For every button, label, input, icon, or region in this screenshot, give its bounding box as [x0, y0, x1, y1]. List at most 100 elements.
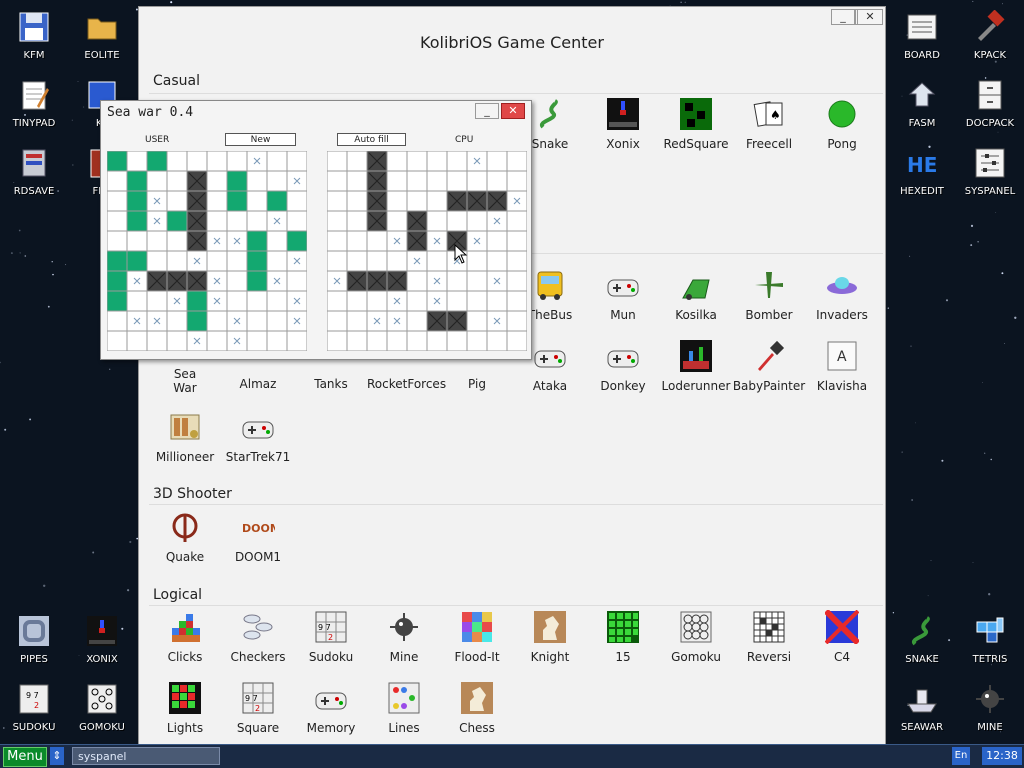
board-cell[interactable] — [386, 151, 408, 172]
game-15[interactable]: 15 — [586, 610, 660, 664]
board-cell[interactable] — [226, 190, 248, 212]
board-cell[interactable] — [266, 310, 288, 332]
game-klavisha[interactable]: A Klavisha — [805, 339, 879, 393]
game-freecell[interactable]: ♠ Freecell — [732, 97, 806, 151]
board-cell[interactable] — [107, 330, 128, 351]
game-redsquare[interactable]: RedSquare — [659, 97, 733, 151]
board-cell[interactable] — [266, 190, 288, 212]
board-cell[interactable] — [426, 190, 448, 212]
board-cell[interactable] — [446, 210, 468, 232]
board-cell[interactable] — [107, 210, 128, 232]
board-cell[interactable] — [286, 230, 307, 252]
game-c4[interactable]: C4 — [805, 610, 879, 664]
board-cell[interactable] — [206, 190, 228, 212]
board-cell[interactable] — [126, 250, 148, 272]
board-cell[interactable] — [166, 170, 188, 192]
board-cell[interactable] — [166, 330, 188, 351]
board-cell[interactable] — [286, 330, 307, 351]
game-sea-war[interactable]: Sea War — [148, 367, 222, 395]
board-cell[interactable] — [206, 151, 228, 172]
game-knight[interactable]: Knight — [513, 610, 587, 664]
game-lights[interactable]: Lights — [148, 681, 222, 735]
board-cell[interactable] — [266, 151, 288, 172]
board-cell[interactable] — [186, 290, 208, 312]
board-cell[interactable] — [466, 250, 488, 272]
board-cell[interactable] — [166, 310, 188, 332]
board-cell[interactable] — [446, 151, 468, 172]
board-cell[interactable] — [266, 290, 288, 312]
board-cell[interactable] — [126, 290, 148, 312]
board-cell[interactable] — [226, 210, 248, 232]
game-reversi[interactable]: Reversi — [732, 610, 806, 664]
board-cell[interactable] — [466, 210, 488, 232]
board-cell[interactable] — [426, 330, 448, 351]
desktop-icon-sudoku[interactable]: 9 72 SUDOKU — [2, 682, 66, 733]
board-cell[interactable] — [246, 270, 268, 292]
board-cell[interactable] — [107, 290, 128, 312]
board-cell[interactable] — [406, 151, 428, 172]
board-cell[interactable] — [406, 330, 428, 351]
game-babypainter[interactable]: BabyPainter — [732, 339, 806, 393]
board-cell[interactable] — [327, 170, 348, 192]
board-cell[interactable] — [406, 270, 428, 292]
clock[interactable]: 12:38 — [982, 747, 1022, 765]
board-cell[interactable] — [266, 170, 288, 192]
taskbar-item-syspanel[interactable]: syspanel — [72, 747, 220, 765]
board-cell[interactable] — [206, 170, 228, 192]
board-cell[interactable] — [506, 270, 527, 292]
board-cell[interactable] — [266, 250, 288, 272]
board-cell[interactable] — [166, 230, 188, 252]
desktop-icon-kfm[interactable]: KFM — [2, 10, 66, 61]
board-cell[interactable] — [206, 210, 228, 232]
game-lines[interactable]: Lines — [367, 681, 441, 735]
game-bomber[interactable]: Bomber — [732, 268, 806, 322]
board-cell[interactable] — [366, 290, 388, 312]
close-button[interactable]: ✕ — [501, 103, 525, 119]
board-cell[interactable] — [466, 290, 488, 312]
auto-fill-button[interactable]: Auto fill — [337, 133, 406, 146]
board-cell[interactable] — [266, 330, 288, 351]
game-pong[interactable]: Pong — [805, 97, 879, 151]
board-cell[interactable] — [426, 250, 448, 272]
board-cell[interactable] — [406, 310, 428, 332]
board-cell[interactable] — [346, 170, 368, 192]
board-cell[interactable] — [126, 190, 148, 212]
board-cell[interactable] — [486, 230, 508, 252]
game-quake[interactable]: Quake — [148, 510, 222, 564]
board-cell[interactable] — [286, 190, 307, 212]
board-cell[interactable] — [446, 270, 468, 292]
menu-button[interactable]: Menu — [3, 747, 47, 767]
game-doom1[interactable]: DOOM DOOM1 — [221, 510, 295, 564]
board-cell[interactable] — [286, 151, 307, 172]
board-cell[interactable] — [246, 230, 268, 252]
board-cell[interactable] — [327, 210, 348, 232]
board-cell[interactable] — [186, 310, 208, 332]
desktop-icon-pipes[interactable]: PIPES — [2, 614, 66, 665]
board-cell[interactable] — [386, 250, 408, 272]
board-cell[interactable] — [327, 230, 348, 252]
board-cell[interactable] — [107, 170, 128, 192]
board-cell[interactable] — [126, 330, 148, 351]
board-cell[interactable] — [366, 250, 388, 272]
board-cell[interactable] — [506, 290, 527, 312]
board-cell[interactable] — [366, 230, 388, 252]
board-cell[interactable] — [406, 190, 428, 212]
board-cell[interactable] — [166, 250, 188, 272]
board-cell[interactable] — [506, 330, 527, 351]
board-cell[interactable] — [107, 270, 128, 292]
board-cell[interactable] — [226, 170, 248, 192]
close-button[interactable]: ✕ — [857, 9, 883, 25]
desktop-icon-docpack[interactable]: DOCPACK — [958, 78, 1022, 129]
board-cell[interactable] — [506, 250, 527, 272]
game-donkey[interactable]: Donkey — [586, 339, 660, 393]
game-startrek71[interactable]: StarTrek71 — [221, 410, 295, 464]
board-cell[interactable] — [346, 230, 368, 252]
game-loderunner[interactable]: Loderunner — [659, 339, 733, 393]
game-invaders[interactable]: Invaders — [805, 268, 879, 322]
board-cell[interactable] — [107, 310, 128, 332]
board-cell[interactable] — [486, 330, 508, 351]
board-cell[interactable] — [327, 310, 348, 332]
desktop-icon-tetris[interactable]: TETRIS — [958, 614, 1022, 665]
language-indicator[interactable]: En — [952, 747, 970, 765]
board-cell[interactable] — [126, 230, 148, 252]
